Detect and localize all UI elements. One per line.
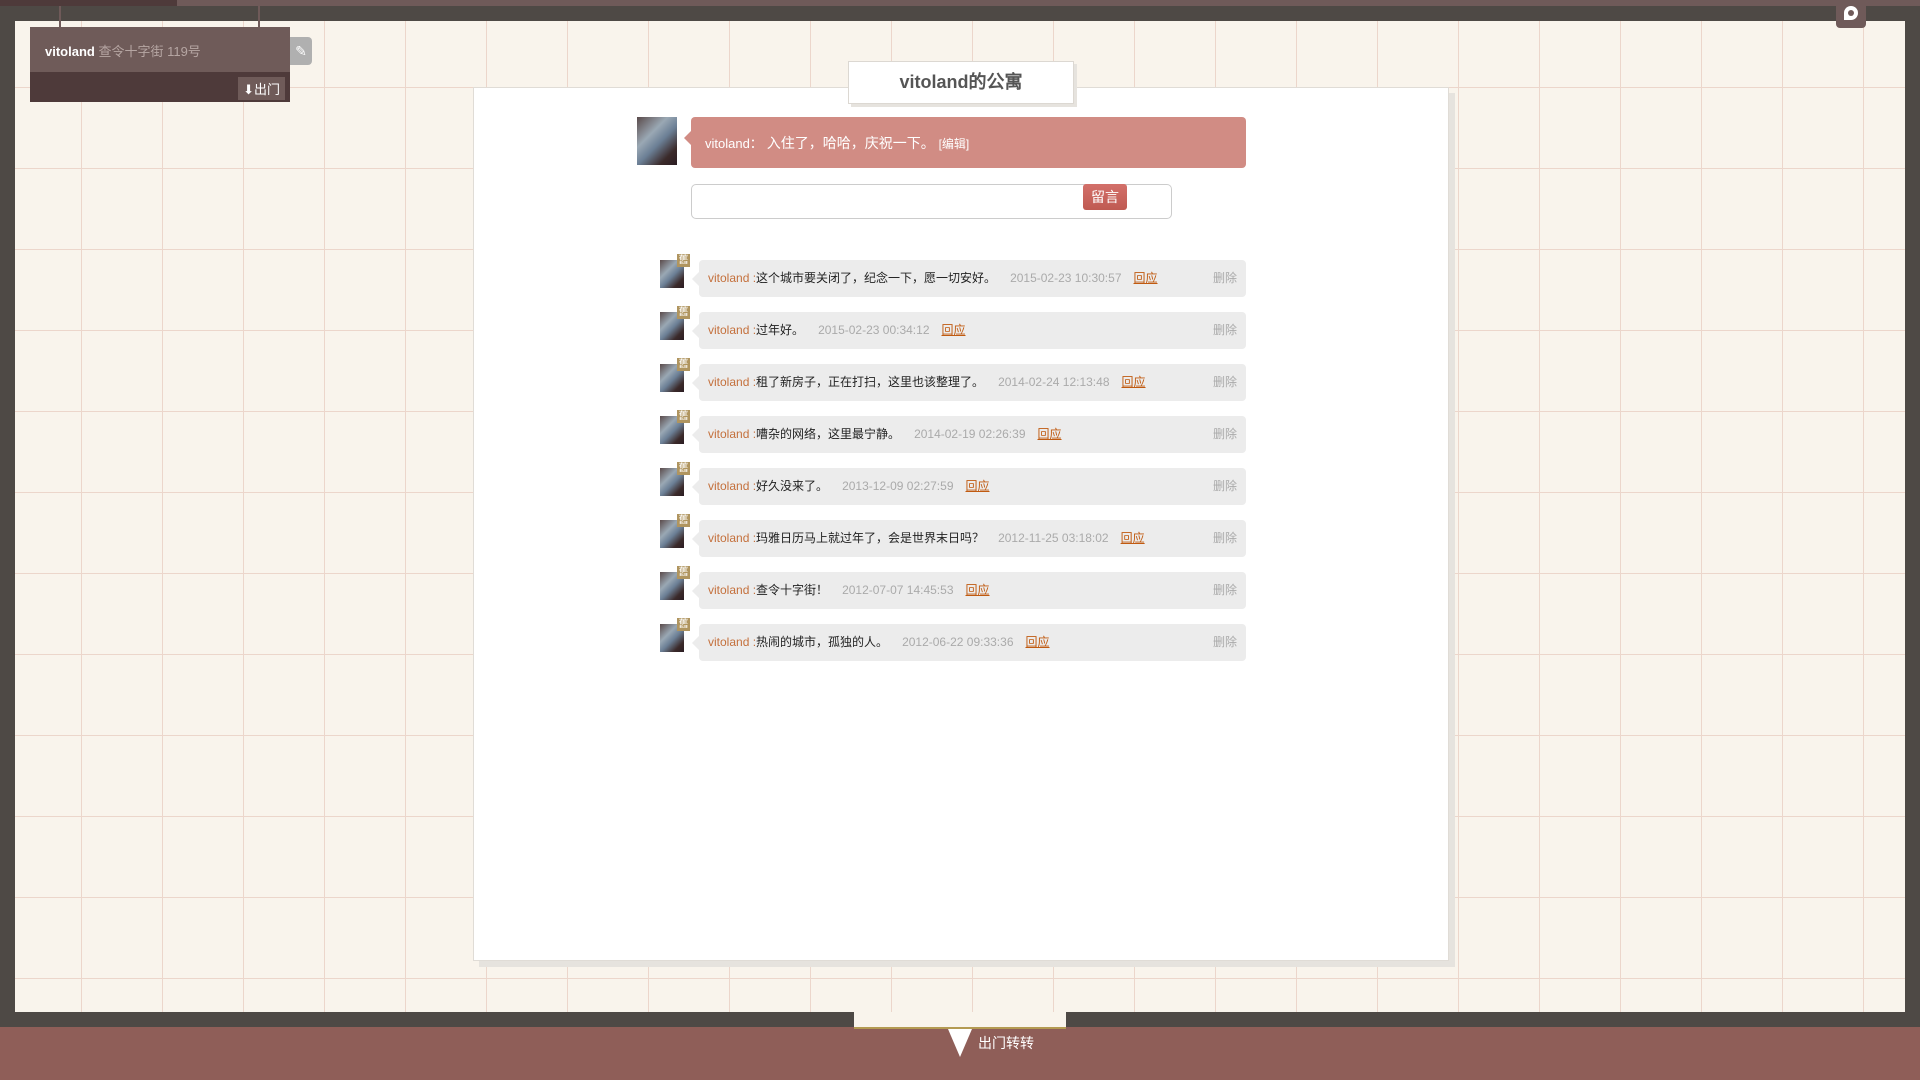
search-button[interactable]	[1836, 5, 1866, 28]
old-badge: 舊	[677, 514, 690, 527]
old-badge: 舊	[677, 306, 690, 319]
comment-row: 舊 vitoland :热闹的城市，孤独的人。 2012-06-22 09:33:…	[660, 618, 1246, 661]
comment-text: 查令十字街！	[756, 583, 829, 597]
old-badge: 舊	[677, 254, 690, 267]
comment-text: 玛雅日历马上就过年了，会是世界末日吗？	[756, 531, 985, 545]
comment-user[interactable]: vitoland	[708, 583, 749, 597]
post-message-button[interactable]: 留言	[1083, 184, 1127, 210]
comment-box: vitoland :好久没来了。 2013-12-09 02:27:59 回应 删除	[692, 468, 1246, 505]
delete-link[interactable]: 删除	[1213, 312, 1237, 349]
comment-date: 2012-11-25 03:18:02	[998, 531, 1109, 545]
old-badge: 舊	[677, 410, 690, 423]
edit-button[interactable]: ✎	[290, 37, 312, 65]
comment-text: 过年好。	[756, 323, 805, 337]
comment-box: vitoland :过年好。 2015-02-23 00:34:12 回应 删除	[692, 312, 1246, 349]
card-username[interactable]: vitoland	[45, 44, 95, 59]
comment-box: vitoland :玛雅日历马上就过年了，会是世界末日吗？ 2012-11-25 …	[692, 520, 1246, 557]
reply-link[interactable]: 回应	[1122, 375, 1146, 389]
card-address: 查令十字街 119号	[98, 44, 201, 59]
top-strip	[0, 0, 1920, 6]
comment-row: 舊 vitoland :好久没来了。 2013-12-09 02:27:59 回应删…	[660, 462, 1246, 505]
reply-link[interactable]: 回应	[1026, 635, 1050, 649]
comment-row: 舊 vitoland :租了新房子，正在打扫，这里也该整理了。 2014-02-2…	[660, 358, 1246, 401]
comment-user[interactable]: vitoland	[708, 531, 749, 545]
comment-text: 热闹的城市，孤独的人。	[756, 635, 889, 649]
comment-row: 舊 vitoland :这个城市要关闭了，纪念一下，愿一切安好。 2015-02-…	[660, 254, 1246, 297]
user-card: vitoland 查令十字街 119号 ⬇出门	[30, 27, 290, 102]
comment-text: 租了新房子，正在打扫，这里也该整理了。	[756, 375, 985, 389]
delete-link[interactable]: 删除	[1213, 572, 1237, 609]
delete-link[interactable]: 删除	[1213, 520, 1237, 557]
comment-date: 2015-02-23 00:34:12	[818, 323, 930, 337]
comment-date: 2014-02-24 12:13:48	[998, 375, 1110, 389]
comment-text: 好久没来了。	[756, 479, 829, 493]
bottom-tab	[854, 1012, 1066, 1029]
card-hanger	[258, 6, 260, 28]
comment-user[interactable]: vitoland	[708, 427, 749, 441]
status-user[interactable]: vitoland：	[705, 136, 763, 151]
reply-link[interactable]: 回应	[1121, 531, 1145, 545]
comment-row: 舊 vitoland :过年好。 2015-02-23 00:34:12 回应 删除	[660, 306, 1246, 349]
delete-link[interactable]: 删除	[1213, 468, 1237, 505]
comment-row: 舊 vitoland :玛雅日历马上就过年了，会是世界末日吗？ 2012-11-2…	[660, 514, 1246, 557]
page-title: vitoland的公寓	[848, 61, 1074, 104]
comment-user[interactable]: vitoland	[708, 323, 749, 337]
comment-text: 嘈杂的网络，这里最宁静。	[756, 427, 901, 441]
comment-box: vitoland :这个城市要关闭了，纪念一下，愿一切安好。 2015-02-23…	[692, 260, 1246, 297]
go-out-button[interactable]: 出门转转	[948, 1029, 1034, 1057]
old-badge: 舊	[677, 566, 690, 579]
reply-link[interactable]: 回应	[1134, 271, 1158, 285]
pencil-icon: ✎	[295, 43, 307, 59]
comment-box: vitoland :嘈杂的网络，这里最宁静。 2014-02-19 02:26:3…	[692, 416, 1246, 453]
delete-link[interactable]: 删除	[1213, 624, 1237, 661]
exit-label: 出门	[253, 82, 280, 97]
comment-row: 舊 vitoland :查令十字街！ 2012-07-07 14:45:53 回应删…	[660, 566, 1246, 609]
comment-date: 2014-02-19 02:26:39	[914, 427, 1026, 441]
delete-link[interactable]: 删除	[1213, 364, 1237, 401]
comment-date: 2013-12-09 02:27:59	[842, 479, 954, 493]
go-out-label: 出门转转	[978, 1035, 1034, 1051]
reply-link[interactable]: 回应	[1038, 427, 1062, 441]
avatar[interactable]	[637, 117, 677, 165]
comment-box: vitoland :热闹的城市，孤独的人。 2012-06-22 09:33:36…	[692, 624, 1246, 661]
reply-link[interactable]: 回应	[966, 479, 990, 493]
status-bubble: vitoland： 入住了，哈哈，庆祝一下。 [编辑]	[684, 117, 1246, 168]
top-strip-left	[0, 0, 177, 6]
card-hanger	[59, 6, 61, 28]
comment-date: 2012-06-22 09:33:36	[902, 635, 1014, 649]
comment-box: vitoland :租了新房子，正在打扫，这里也该整理了。 2014-02-24 …	[692, 364, 1246, 401]
comment-user[interactable]: vitoland	[708, 635, 749, 649]
exit-button[interactable]: ⬇出门	[238, 77, 285, 100]
search-icon	[1844, 6, 1858, 20]
status-edit-link[interactable]: [编辑]	[939, 137, 970, 151]
old-badge: 舊	[677, 462, 690, 475]
comment-date: 2015-02-23 10:30:57	[1010, 271, 1122, 285]
comment-box: vitoland :查令十字街！ 2012-07-07 14:45:53 回应 删除	[692, 572, 1246, 609]
delete-link[interactable]: 删除	[1213, 260, 1237, 297]
comment-row: 舊 vitoland :嘈杂的网络，这里最宁静。 2014-02-19 02:26…	[660, 410, 1246, 453]
old-badge: 舊	[677, 618, 690, 631]
reply-link[interactable]: 回应	[942, 323, 966, 337]
status-text: 入住了，哈哈，庆祝一下。	[766, 135, 935, 151]
comment-user[interactable]: vitoland	[708, 271, 749, 285]
comment-date: 2012-07-07 14:45:53	[842, 583, 954, 597]
comment-user[interactable]: vitoland	[708, 375, 749, 389]
comment-user[interactable]: vitoland	[708, 479, 749, 493]
reply-link[interactable]: 回应	[966, 583, 990, 597]
comment-text: 这个城市要关闭了，纪念一下，愿一切安好。	[756, 271, 997, 285]
delete-link[interactable]: 删除	[1213, 416, 1237, 453]
down-arrow-icon	[948, 1029, 972, 1057]
old-badge: 舊	[677, 358, 690, 371]
